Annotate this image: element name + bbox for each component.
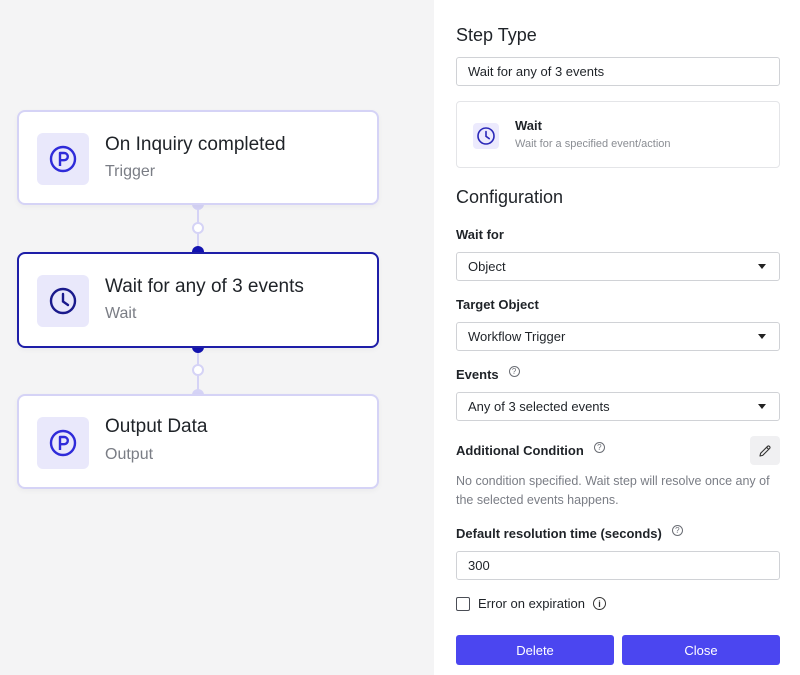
target-object-label: Target Object (456, 297, 539, 312)
pencil-icon (759, 444, 771, 457)
node-title: Wait for any of 3 events (105, 276, 304, 297)
resolution-time-label: Default resolution time (seconds) ? (456, 525, 683, 541)
resolution-time-input[interactable]: 300 (456, 551, 780, 580)
step-config-panel: Step Type Wait for any of 3 events Wait … (434, 0, 800, 675)
target-object-select[interactable]: Workflow Trigger (456, 322, 780, 351)
step-type-description: Wait for a specified event/action (515, 138, 671, 150)
connector-handle[interactable] (192, 222, 204, 234)
events-value: Any of 3 selected events (468, 399, 610, 414)
events-select[interactable]: Any of 3 selected events (456, 392, 780, 421)
close-button[interactable]: Close (622, 635, 780, 665)
error-on-expiration-row: Error on expiration i (456, 596, 606, 611)
wait-for-select[interactable]: Object (456, 252, 780, 281)
error-on-expiration-label: Error on expiration (478, 596, 585, 611)
additional-condition-label: Additional Condition ? (456, 442, 605, 458)
clock-icon (473, 123, 499, 149)
step-name-value: Wait for any of 3 events (468, 64, 605, 79)
info-icon[interactable]: i (592, 597, 606, 610)
step-type-title: Wait (515, 118, 542, 133)
wait-for-label: Wait for (456, 227, 504, 242)
events-label: Events ? (456, 366, 520, 382)
wait-for-value: Object (468, 259, 506, 274)
workflow-canvas[interactable]: On Inquiry completed Trigger Wait for an… (0, 0, 434, 675)
node-subtitle: Wait (105, 305, 137, 322)
node-subtitle: Output (105, 446, 154, 463)
target-object-value: Workflow Trigger (468, 329, 566, 344)
configuration-heading: Configuration (456, 187, 564, 207)
caret-down-icon (758, 334, 766, 339)
node-title: On Inquiry completed (105, 134, 286, 155)
step-name-input[interactable]: Wait for any of 3 events (456, 57, 780, 86)
help-icon[interactable]: ? (508, 366, 520, 377)
caret-down-icon (758, 264, 766, 269)
node-title: Output Data (105, 416, 208, 437)
node-subtitle: Trigger (105, 163, 156, 180)
step-type-heading: Step Type (456, 25, 537, 45)
node-trigger[interactable]: On Inquiry completed Trigger (17, 110, 379, 205)
node-output[interactable]: Output Data Output (17, 394, 379, 489)
clock-icon (37, 275, 89, 327)
condition-note: No condition specified. Wait step will r… (456, 474, 770, 507)
caret-down-icon (758, 404, 766, 409)
error-on-expiration-checkbox[interactable] (456, 596, 470, 611)
connector-handle[interactable] (192, 364, 204, 376)
node-wait[interactable]: Wait for any of 3 events Wait (17, 252, 379, 348)
step-type-card[interactable]: Wait Wait for a specified event/action (456, 101, 780, 168)
help-icon[interactable]: ? (671, 525, 683, 536)
p-circle-icon (37, 417, 89, 469)
help-icon[interactable]: ? (593, 442, 605, 453)
resolution-time-value: 300 (468, 558, 490, 573)
edit-condition-button[interactable] (750, 436, 780, 465)
p-circle-icon (37, 133, 89, 185)
delete-button[interactable]: Delete (456, 635, 614, 665)
